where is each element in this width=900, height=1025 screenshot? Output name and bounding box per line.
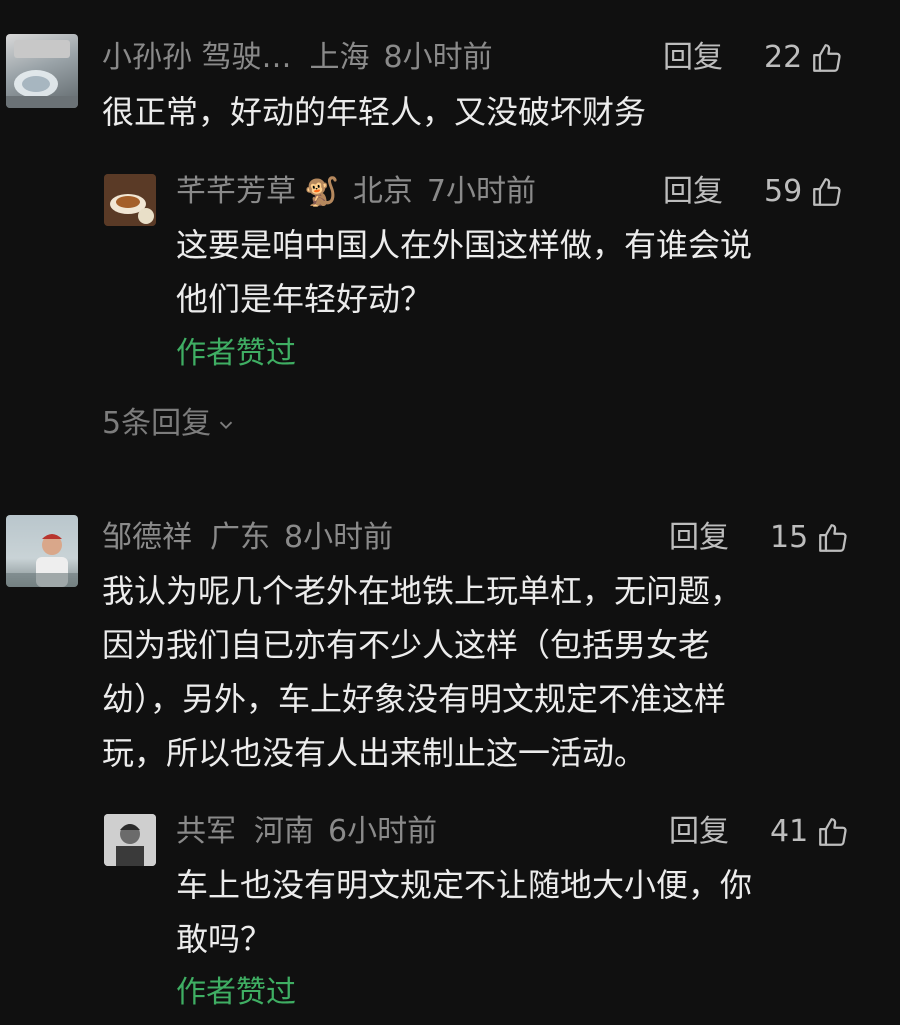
comment-meta: 邹德祥 广东 8小时前	[102, 518, 407, 558]
username[interactable]: 邹德祥	[102, 520, 192, 555]
location: 北京	[352, 174, 413, 209]
like-count: 41	[770, 814, 809, 849]
thumbs-up-icon	[813, 44, 841, 72]
like-button[interactable]: 15	[770, 518, 850, 558]
like-count: 22	[764, 40, 803, 75]
avatar[interactable]	[104, 174, 156, 226]
reply-text: 这要是咱中国人在外国这样做，有谁会说 他们是年轻好动？	[176, 226, 753, 318]
more-replies-label: 5条回复	[102, 406, 212, 441]
chevron-down-icon	[219, 421, 233, 429]
timestamp: 8小时前	[383, 40, 493, 75]
like-button[interactable]: 41	[770, 812, 850, 852]
username[interactable]: 芊芊芳草	[176, 174, 296, 209]
avatar[interactable]	[104, 814, 156, 866]
like-count: 15	[770, 520, 809, 555]
author-liked-badge: 作者赞过	[176, 336, 296, 371]
expand-replies-button[interactable]: 5条回复	[102, 404, 237, 444]
reply-meta: 芊芊芳草 🐒 北京 7小时前	[176, 172, 550, 212]
monkey-icon: 🐒	[304, 175, 339, 208]
username[interactable]: 共军	[176, 814, 236, 849]
timestamp: 8小时前	[284, 520, 394, 555]
location: 河南	[254, 814, 314, 849]
avatar[interactable]	[6, 515, 78, 587]
thumbs-up-icon	[819, 818, 847, 846]
like-count: 59	[764, 174, 803, 209]
avatar[interactable]	[6, 34, 78, 108]
comment-text: 我认为呢几个老外在地铁上玩单杠，无问题， 因为我们自已亦有不少人这样（包括男女老…	[102, 572, 743, 772]
reply-button[interactable]: 回复	[669, 518, 729, 558]
location: 广东	[210, 520, 270, 555]
timestamp: 7小时前	[426, 174, 536, 209]
reply-button[interactable]: 回复	[663, 172, 723, 212]
reply-meta: 共军 河南 6小时前	[176, 812, 451, 852]
reply-text: 车上也没有明文规定不让随地大小便，你 敢吗？	[176, 866, 753, 958]
location: 上海	[309, 40, 370, 75]
comment-text: 很正常，好动的年轻人，又没破坏财务	[102, 93, 647, 131]
reply-button[interactable]: 回复	[669, 812, 729, 852]
like-button[interactable]: 22	[764, 38, 844, 78]
like-button[interactable]: 59	[764, 172, 844, 212]
thumbs-up-icon	[819, 524, 847, 552]
username[interactable]: 小孙孙 驾驶…	[102, 40, 292, 75]
reply-button[interactable]: 回复	[663, 38, 723, 78]
author-liked-badge: 作者赞过	[176, 975, 296, 1010]
comment-meta: 小孙孙 驾驶… 上海 8小时前	[102, 38, 507, 78]
timestamp: 6小时前	[328, 814, 438, 849]
thumbs-up-icon	[813, 178, 841, 206]
